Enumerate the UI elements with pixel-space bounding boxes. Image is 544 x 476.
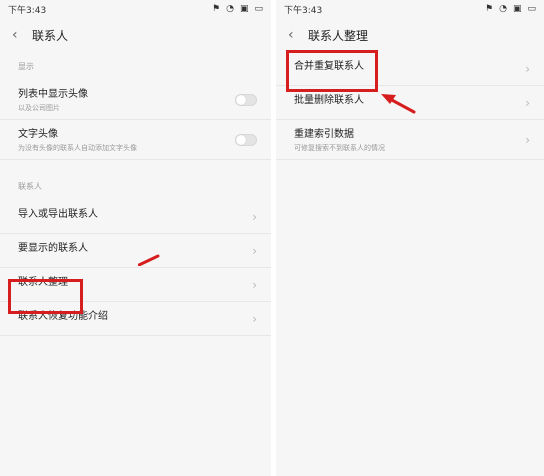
text-avatar-subtitle: 为没有头像的联系人自动添加文字头像 (18, 144, 137, 152)
section-display-title: 显示 (18, 61, 34, 71)
merge-duplicates-item[interactable]: 合并重复联系人 › (276, 52, 544, 86)
status-bar: 下午3:43 ⚑ ◔ ▣ ▭ (0, 0, 271, 18)
batch-delete-label: 批量删除联系人 (294, 95, 364, 106)
restore-intro-item[interactable]: 联系人恢复功能介绍 › (0, 302, 271, 336)
comparison-frame: 下午3:43 ⚑ ◔ ▣ ▭ ‹ 联系人 显示 列表中显示头像 以及公司图片 文… (0, 0, 544, 476)
left-phone-screen: 下午3:43 ⚑ ◔ ▣ ▭ ‹ 联系人 显示 列表中显示头像 以及公司图片 文… (0, 0, 271, 476)
status-time: 下午3:43 (8, 5, 47, 16)
text-avatar-setting[interactable]: 文字头像 为没有头像的联系人自动添加文字头像 (0, 120, 271, 160)
right-phone-screen: 下午3:43 ⚑ ◔ ▣ ▭ ‹ 联系人整理 合并重复联系人 › 批量删除联系人… (276, 0, 544, 476)
battery-icon: ▭ (254, 4, 263, 14)
status-icons: ⚑ ◔ ▣ ▭ (485, 4, 536, 14)
chevron-right-icon: › (525, 132, 530, 147)
page-title: 联系人整理 (308, 28, 369, 43)
status-icons: ⚑ ◔ ▣ ▭ (212, 4, 263, 14)
sim-icon: ▣ (512, 4, 522, 14)
restore-intro-label: 联系人恢复功能介绍 (18, 311, 108, 322)
wifi-icon: ◔ (226, 4, 234, 14)
rebuild-index-subtitle: 可修复搜索不到联系人的情况 (294, 144, 385, 152)
section-contacts-title: 联系人 (18, 181, 42, 191)
toggle-switch[interactable] (235, 133, 257, 146)
chevron-left-icon[interactable]: ‹ (12, 28, 26, 42)
import-export-item[interactable]: 导入或导出联系人 › (0, 200, 271, 234)
displayed-contacts-item[interactable]: 要显示的联系人 › (0, 234, 271, 268)
merge-duplicates-label: 合并重复联系人 (294, 61, 364, 72)
show-avatar-subtitle: 以及公司图片 (18, 104, 60, 112)
silent-icon: ⚑ (485, 4, 494, 14)
battery-icon: ▭ (527, 4, 536, 14)
rebuild-index-label: 重建索引数据 (294, 129, 354, 140)
page-title: 联系人 (32, 28, 69, 43)
contacts-header: ‹ 联系人 (0, 18, 271, 52)
sim-icon: ▣ (239, 4, 249, 14)
chevron-right-icon: › (252, 209, 257, 224)
chevron-right-icon: › (252, 311, 257, 326)
rebuild-index-item[interactable]: 重建索引数据 可修复搜索不到联系人的情况 › (276, 120, 544, 160)
displayed-contacts-label: 要显示的联系人 (18, 243, 88, 254)
wifi-icon: ◔ (499, 4, 507, 14)
show-avatar-setting[interactable]: 列表中显示头像 以及公司图片 (0, 80, 271, 120)
silent-icon: ⚑ (212, 4, 221, 14)
show-avatar-title: 列表中显示头像 (18, 89, 88, 100)
chevron-left-icon[interactable]: ‹ (288, 28, 302, 42)
organize-header: ‹ 联系人整理 (276, 18, 544, 52)
status-bar: 下午3:43 ⚑ ◔ ▣ ▭ (276, 0, 544, 18)
chevron-right-icon: › (252, 243, 257, 258)
import-export-label: 导入或导出联系人 (18, 209, 98, 220)
organize-contacts-item[interactable]: 联系人整理 › (0, 268, 271, 302)
chevron-right-icon: › (525, 95, 530, 110)
organize-contacts-label: 联系人整理 (18, 277, 68, 288)
chevron-right-icon: › (252, 277, 257, 292)
toggle-switch[interactable] (235, 93, 257, 106)
chevron-right-icon: › (525, 61, 530, 76)
batch-delete-item[interactable]: 批量删除联系人 › (276, 86, 544, 120)
text-avatar-title: 文字头像 (18, 129, 58, 140)
status-time: 下午3:43 (284, 5, 323, 16)
